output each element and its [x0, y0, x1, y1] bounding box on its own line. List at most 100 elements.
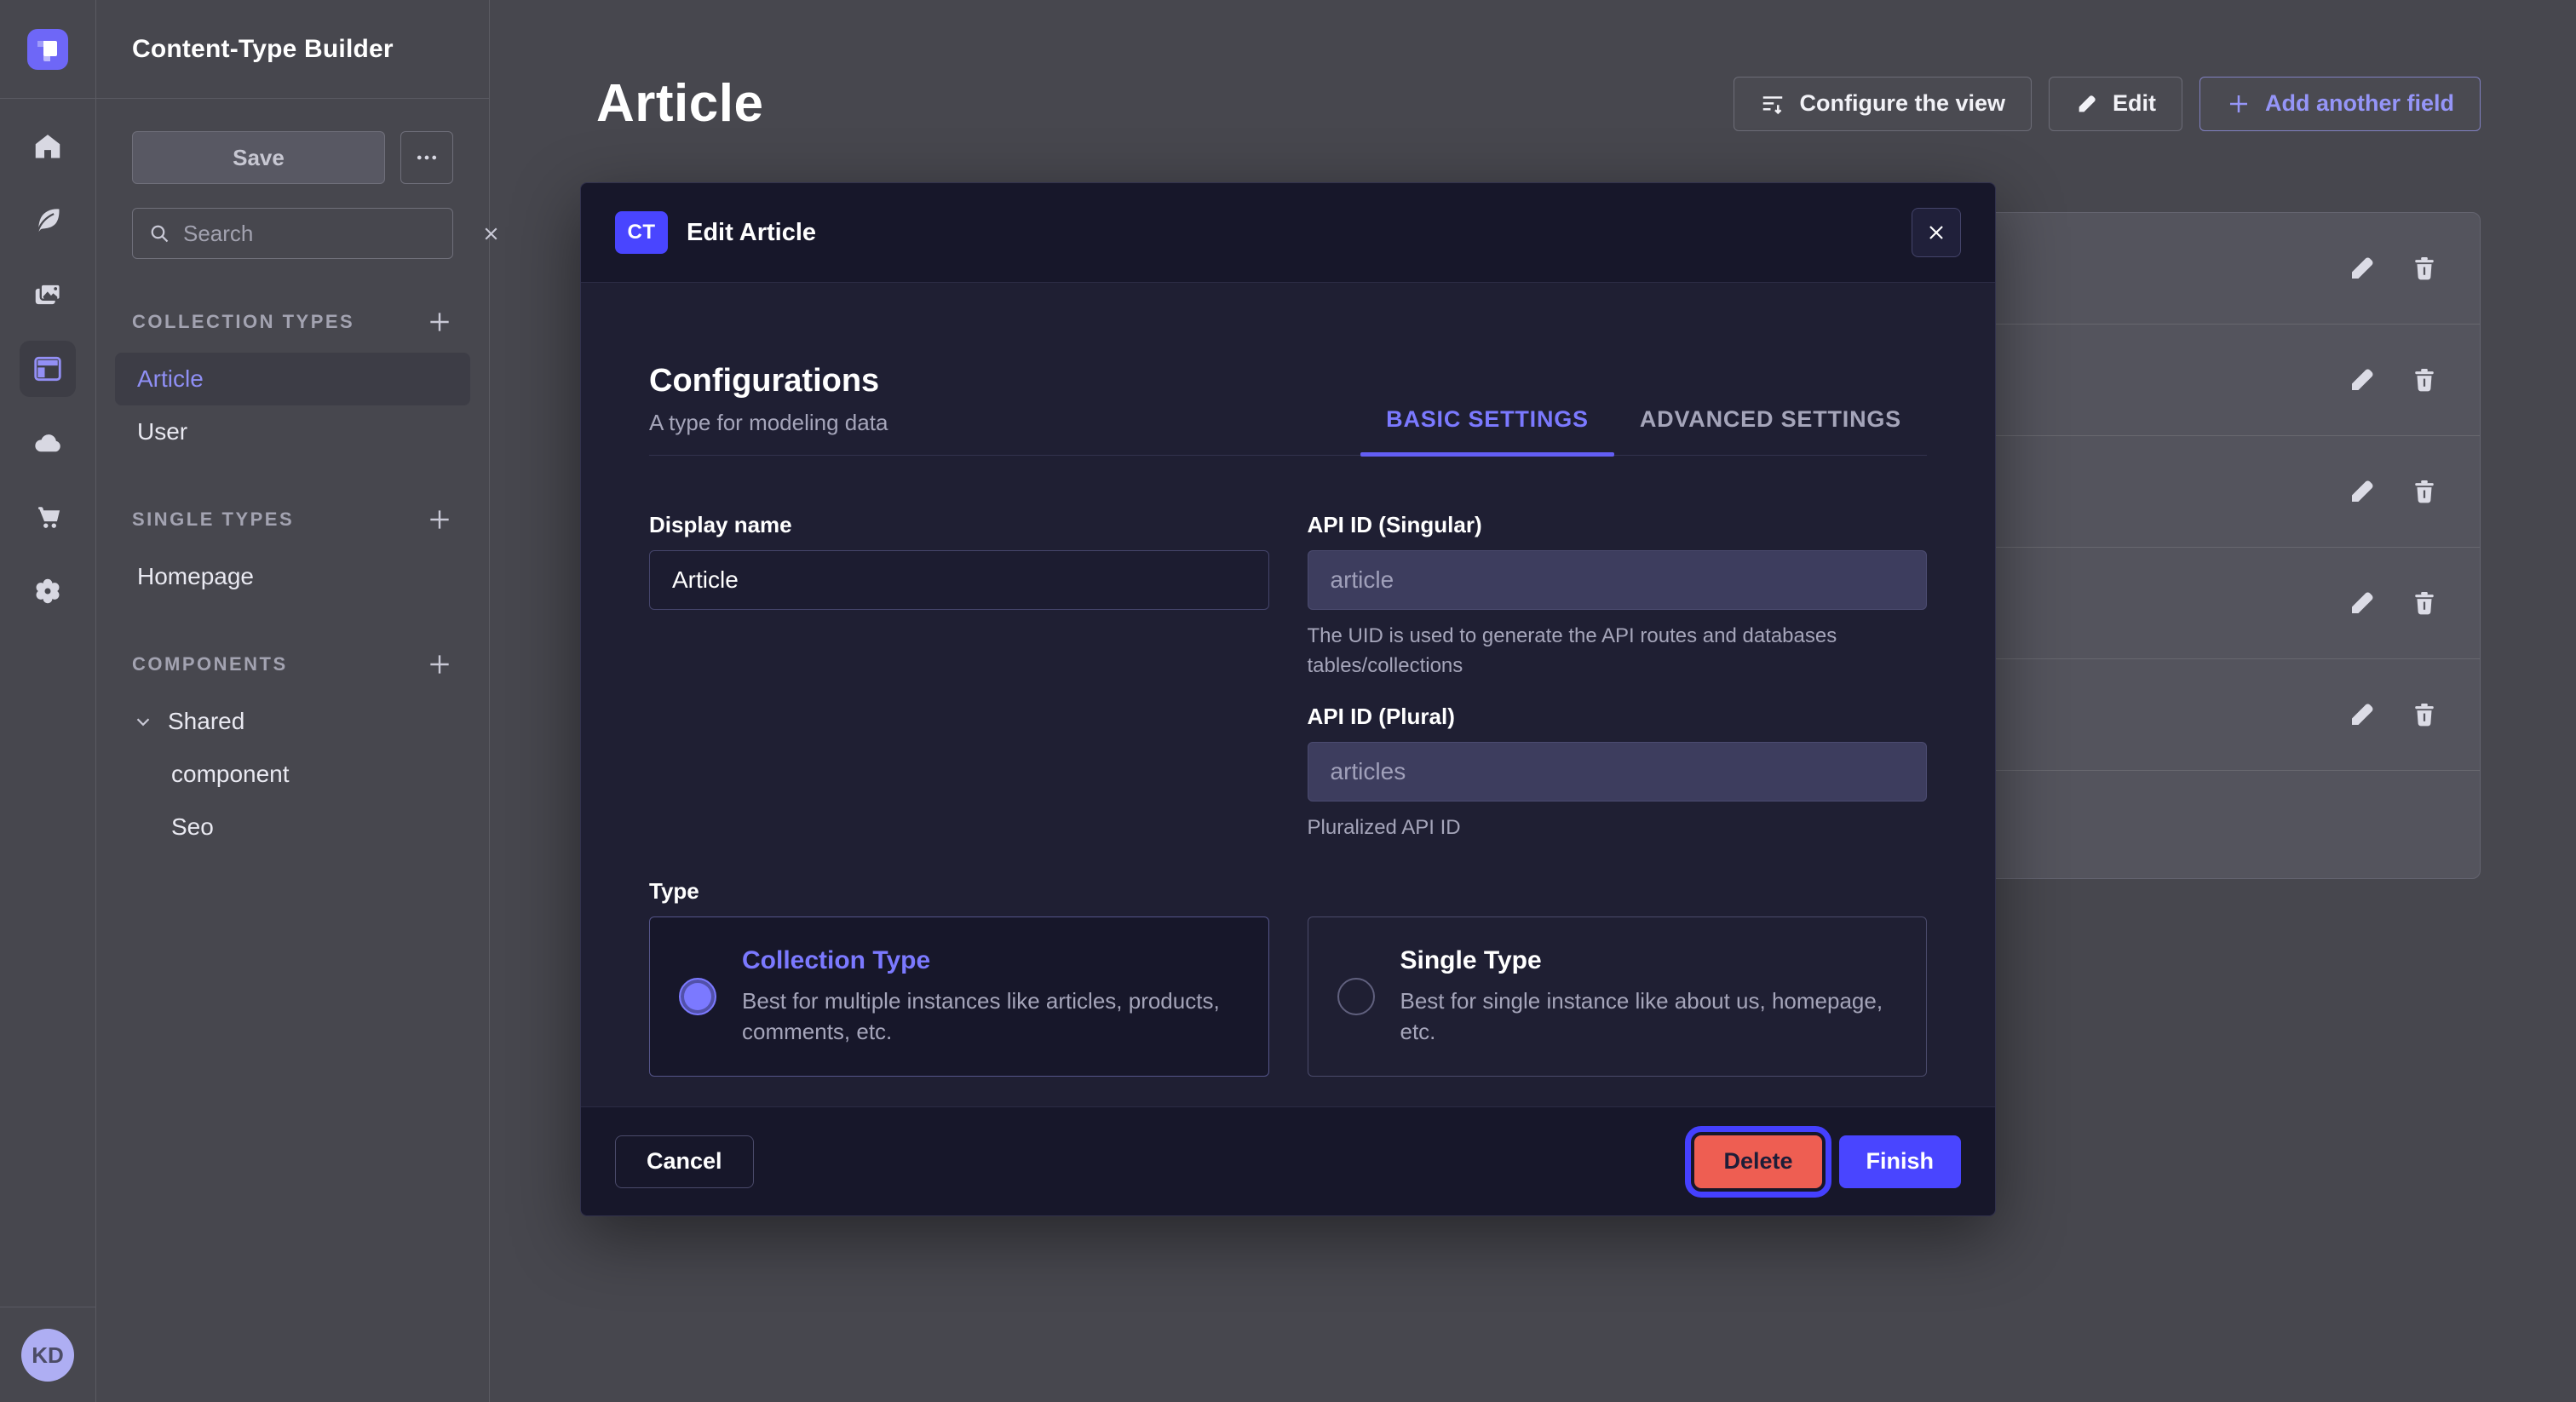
sidebar-item-content-type-builder[interactable]: [20, 341, 76, 397]
api-id-singular-helper: The UID is used to generate the API rout…: [1308, 622, 1895, 681]
trash-icon: [2410, 365, 2439, 394]
delete-field-button[interactable]: [2410, 477, 2439, 506]
pencil-icon: [2347, 253, 2378, 284]
sidebar-item-media-library[interactable]: [20, 267, 76, 323]
pencil-icon: [2347, 588, 2378, 618]
cart-icon: [32, 501, 64, 533]
radio-selected-icon[interactable]: [679, 978, 716, 1015]
pencil-icon: [2347, 699, 2378, 730]
plus-icon: [426, 651, 453, 678]
add-single-type-button[interactable]: [426, 506, 453, 533]
rail-footer: KD: [0, 1307, 95, 1402]
collection-type-title: Collection Type: [742, 946, 1236, 975]
strapi-logo-icon[interactable]: [27, 29, 68, 70]
delete-field-button[interactable]: [2410, 589, 2439, 618]
add-component-button[interactable]: [426, 651, 453, 678]
pencil-icon: [2347, 476, 2378, 507]
rail-nav: [20, 118, 76, 619]
sidebar-item-article[interactable]: Article: [115, 353, 470, 405]
cloud-icon: [32, 427, 64, 459]
chevron-down-icon: [132, 710, 154, 733]
plus-icon: [426, 308, 453, 336]
sidebar-item-homepage[interactable]: Homepage: [115, 550, 470, 603]
trash-icon: [2410, 477, 2439, 506]
close-modal-button[interactable]: [1912, 208, 1961, 257]
edit-article-modal: CT Edit Article Configurations A type fo…: [580, 182, 1996, 1216]
tab-basic-settings[interactable]: BASIC SETTINGS: [1360, 406, 1614, 455]
plus-icon: [426, 506, 453, 533]
save-button[interactable]: Save: [132, 131, 385, 184]
single-type-title: Single Type: [1400, 946, 1895, 975]
plugin-header: Content-Type Builder: [96, 0, 489, 99]
display-name-label: Display name: [649, 512, 1269, 538]
sidebar-item-marketplace[interactable]: [20, 489, 76, 545]
modal-footer: Cancel Delete Finish: [581, 1106, 1995, 1215]
rail-logo-area: [0, 0, 95, 99]
group-label: Shared: [168, 708, 244, 735]
page-title: Article: [596, 73, 763, 134]
add-field-label: Add another field: [2265, 90, 2454, 117]
collection-type-description: Best for multiple instances like article…: [742, 985, 1236, 1048]
delete-button[interactable]: Delete: [1694, 1135, 1821, 1188]
edit-field-button[interactable]: [2347, 365, 2378, 395]
pencil-icon: [2075, 92, 2099, 116]
content-type-badge: CT: [615, 211, 668, 254]
plugin-sidebar: Content-Type Builder Save COLLECTION TYP…: [96, 0, 490, 1402]
nav-rail: KD: [0, 0, 96, 1402]
edit-field-button[interactable]: [2347, 476, 2378, 507]
sidebar-group-shared[interactable]: Shared: [132, 695, 453, 748]
sidebar-item-settings[interactable]: [20, 563, 76, 619]
cancel-button[interactable]: Cancel: [615, 1135, 754, 1188]
more-options-button[interactable]: [400, 131, 453, 184]
search-icon: [148, 222, 171, 245]
pencil-icon: [2347, 365, 2378, 395]
api-id-plural-input[interactable]: [1308, 742, 1928, 802]
finish-button[interactable]: Finish: [1839, 1135, 1962, 1188]
sidebar-item-deploy[interactable]: [20, 415, 76, 471]
sidebar-item-seo[interactable]: Seo: [132, 801, 453, 853]
sidebar-item-content-manager[interactable]: [20, 192, 76, 249]
plus-icon: [2226, 91, 2251, 117]
radio-unselected-icon[interactable]: [1337, 978, 1375, 1015]
edit-button[interactable]: Edit: [2049, 77, 2182, 131]
trash-icon: [2410, 589, 2439, 618]
tab-advanced-settings[interactable]: ADVANCED SETTINGS: [1614, 406, 1927, 455]
settings-icon: [32, 575, 64, 607]
home-icon: [32, 130, 64, 163]
type-label: Type: [649, 878, 1927, 905]
plugin-title: Content-Type Builder: [132, 35, 394, 64]
edit-field-button[interactable]: [2347, 253, 2378, 284]
add-collection-type-button[interactable]: [426, 308, 453, 336]
edit-field-button[interactable]: [2347, 699, 2378, 730]
delete-field-button[interactable]: [2410, 254, 2439, 283]
components-heading: COMPONENTS: [132, 653, 288, 675]
search-box: [132, 208, 453, 259]
modal-header: CT Edit Article: [581, 183, 1995, 283]
search-input[interactable]: [183, 221, 469, 247]
api-id-plural-helper: Pluralized API ID: [1308, 813, 1895, 843]
sidebar-item-component[interactable]: component: [132, 748, 453, 801]
sidebar-item-home[interactable]: [20, 118, 76, 175]
api-id-singular-label: API ID (Singular): [1308, 512, 1928, 538]
api-id-singular-input[interactable]: [1308, 550, 1928, 610]
collection-type-option[interactable]: Collection Type Best for multiple instan…: [649, 916, 1269, 1077]
configure-list-icon: [1760, 91, 1785, 117]
sidebar-item-user[interactable]: User: [115, 405, 470, 458]
configure-view-button[interactable]: Configure the view: [1734, 77, 2032, 131]
section-subtitle: A type for modeling data: [649, 410, 888, 455]
delete-field-button[interactable]: [2410, 700, 2439, 729]
edit-label: Edit: [2113, 90, 2156, 117]
user-avatar[interactable]: KD: [21, 1329, 74, 1382]
delete-field-button[interactable]: [2410, 365, 2439, 394]
media-library-icon: [32, 279, 64, 311]
section-title: Configurations: [649, 363, 888, 399]
display-name-input[interactable]: [649, 550, 1269, 610]
settings-tabs: BASIC SETTINGS ADVANCED SETTINGS: [1360, 406, 1927, 455]
modal-title: Edit Article: [687, 219, 816, 247]
edit-field-button[interactable]: [2347, 588, 2378, 618]
trash-icon: [2410, 700, 2439, 729]
configure-view-label: Configure the view: [1799, 90, 2005, 117]
feather-icon: [32, 204, 64, 237]
add-another-field-button[interactable]: Add another field: [2199, 77, 2481, 131]
single-type-option[interactable]: Single Type Best for single instance lik…: [1308, 916, 1928, 1077]
